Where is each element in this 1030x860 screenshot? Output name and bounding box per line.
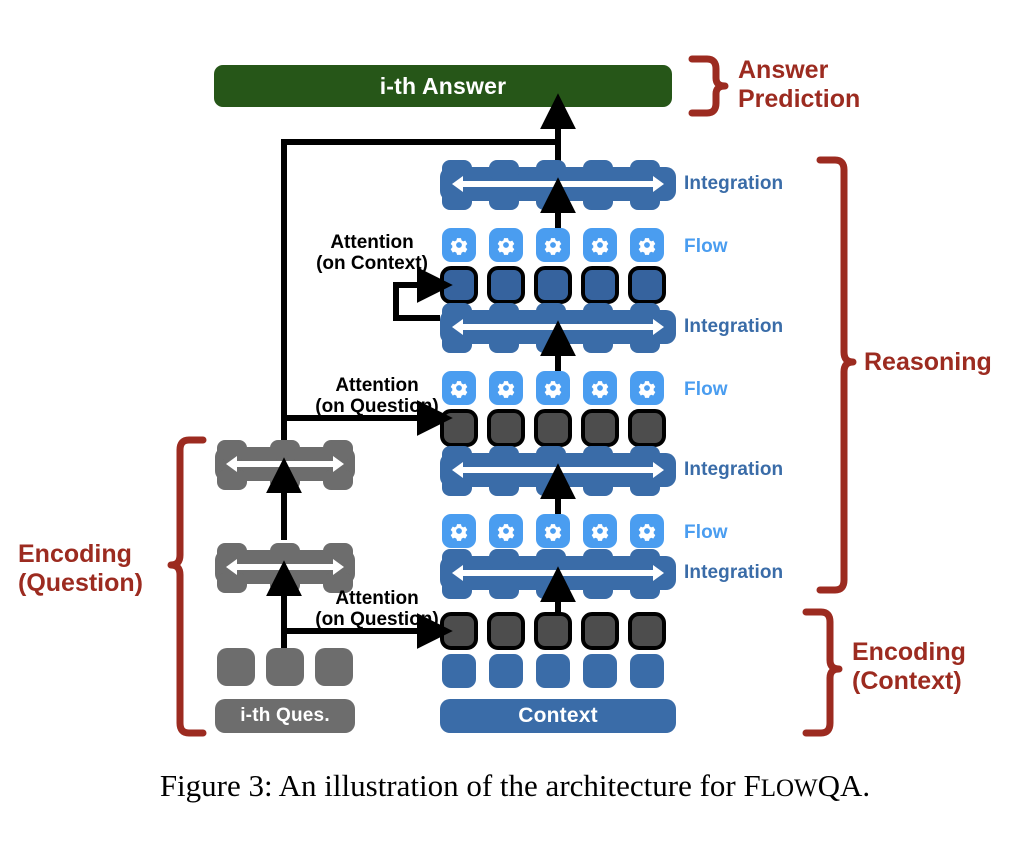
answer-bar-label: i-th Answer: [379, 72, 507, 99]
caption-smallcaps-lead: F: [743, 768, 761, 803]
group-label-reasoning-line1: Reasoning: [864, 348, 992, 376]
group-label-encoding-question-line2: (Question): [18, 568, 143, 597]
caption-smallcaps-rest: LOW: [760, 775, 818, 802]
figure-flowqa-architecture: i-th Answer Context i-th Ques. Integrati…: [0, 0, 1030, 860]
attention-label-context-line1: Attention: [330, 232, 414, 253]
attention-label-question-1-line2: (on Question): [315, 609, 439, 631]
attention-label-question-2-line1: Attention: [335, 375, 419, 396]
stack-label-integration-3: Integration: [684, 316, 784, 337]
stack-label-flow-2: Flow: [684, 379, 728, 400]
integration-row-1: [440, 549, 676, 599]
attention-label-question-1: Attention (on Question): [302, 588, 452, 631]
gear-icon: [450, 524, 656, 541]
stack-label-integration-2: Integration: [684, 459, 784, 480]
question-encoder-row-1: [215, 543, 355, 593]
question-embedding-row: [217, 648, 353, 686]
stack-label-flow-3: Flow: [684, 236, 728, 257]
group-label-encoding-context-line2: (Context): [852, 666, 962, 695]
group-label-encoding-question-line1: Encoding: [18, 540, 132, 568]
group-label-answer-prediction-line2: Prediction: [738, 84, 861, 113]
attention-context-row: [440, 266, 666, 304]
question-encoder-row-2: [215, 440, 355, 490]
context-embedding-row: [442, 654, 664, 688]
attention-label-question-2-line2: (on Question): [315, 396, 439, 418]
group-label-reasoning: Reasoning: [864, 348, 992, 377]
gear-icon: [450, 381, 656, 398]
stack-label-flow-1: Flow: [684, 522, 728, 543]
bracket-answer-prediction: [688, 55, 729, 117]
attention-context-loop: [393, 267, 453, 321]
group-label-answer-prediction: Answer Prediction: [738, 56, 860, 113]
attention-label-question-2: Attention (on Question): [302, 375, 452, 418]
caption-suffix: QA.: [817, 768, 871, 803]
figure-caption: Figure 3: An illustration of the archite…: [0, 768, 1030, 804]
group-label-encoding-question: Encoding (Question): [18, 540, 168, 597]
caption-prefix: Figure 3: An illustration of the archite…: [159, 768, 744, 803]
flow-row-3: [442, 228, 664, 262]
attention-question-row-2: [440, 409, 666, 447]
attention-question-row-1: [440, 612, 666, 650]
bracket-encoding-question: [167, 436, 207, 737]
group-label-answer-prediction-line1: Answer: [738, 56, 829, 84]
integration-row-2: [440, 446, 676, 496]
group-label-encoding-context: Encoding (Context): [852, 638, 966, 695]
integration-row-3: [440, 303, 676, 353]
gear-icon: [450, 238, 656, 255]
bracket-reasoning: [816, 156, 857, 594]
flow-row-2: [442, 371, 664, 405]
group-label-encoding-context-line1: Encoding: [852, 638, 966, 666]
bracket-encoding-context: [802, 608, 843, 737]
stack-label-integration-1: Integration: [684, 562, 784, 583]
flow-row-1: [442, 514, 664, 548]
attention-label-question-1-line1: Attention: [335, 588, 419, 609]
question-bar-label: i-th Ques.: [240, 705, 330, 726]
stack-label-integration-4: Integration: [684, 173, 784, 194]
context-bar-label: Context: [518, 704, 598, 727]
attention-label-context-line2: (on Context): [316, 253, 428, 275]
integration-row-4: [440, 160, 676, 210]
attention-label-context: Attention (on Context): [302, 232, 442, 275]
